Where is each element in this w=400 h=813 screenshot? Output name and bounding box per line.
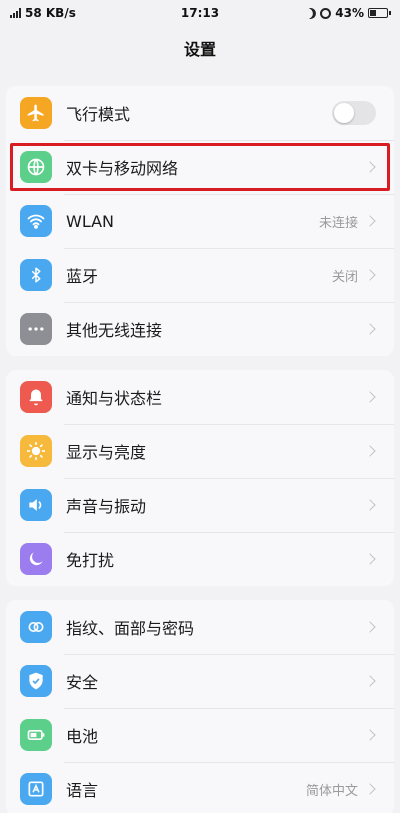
airplane-icon [20, 97, 52, 129]
toggle-knob [334, 103, 354, 123]
language-icon [20, 773, 52, 805]
chevron-right-icon [364, 499, 376, 511]
chevron-right-icon [364, 215, 376, 227]
page-title: 设置 [183, 40, 216, 59]
shield-icon [20, 665, 52, 697]
setting-value: 未连接 [318, 215, 358, 231]
settings-group-display-sound: 通知与状态栏 显示与亮度 声音与振动 免打扰 [6, 370, 394, 586]
setting-bluetooth[interactable]: 蓝牙 关闭 [6, 248, 394, 302]
fingerprint-face-icon [20, 611, 52, 643]
setting-security[interactable]: 安全 [6, 654, 394, 708]
setting-fingerprint-face-password[interactable]: 指纹、面部与密码 [6, 600, 394, 654]
setting-label: 声音与振动 [66, 497, 147, 516]
globe-icon [20, 151, 52, 183]
setting-dual-sim-mobile-network[interactable]: 双卡与移动网络 [6, 140, 394, 194]
chevron-right-icon [364, 729, 376, 741]
signal-icon [10, 8, 21, 18]
settings-group-connectivity: 飞行模式 双卡与移动网络 WLAN 未连接 蓝牙 关闭 其他无线连接 [6, 86, 394, 356]
speaker-icon [20, 489, 52, 521]
alarm-icon [320, 7, 332, 19]
chevron-right-icon [364, 323, 376, 335]
setting-value: 简体中文 [305, 783, 358, 799]
setting-label: 蓝牙 [66, 267, 99, 286]
more-icon [20, 313, 52, 345]
setting-language[interactable]: 语言 简体中文 [6, 762, 394, 813]
settings-group-security: 指纹、面部与密码 安全 电池 语言 简体中文 [6, 600, 394, 813]
setting-label: 其他无线连接 [66, 321, 163, 340]
setting-battery[interactable]: 电池 [6, 708, 394, 762]
setting-display-brightness[interactable]: 显示与亮度 [6, 424, 394, 478]
setting-label: 指纹、面部与密码 [66, 619, 195, 638]
setting-notifications-statusbar[interactable]: 通知与状态栏 [6, 370, 394, 424]
setting-label: 安全 [66, 673, 99, 692]
setting-label: 通知与状态栏 [66, 389, 163, 408]
status-time: 17:13 [180, 6, 220, 20]
setting-airplane-mode[interactable]: 飞行模式 [6, 86, 394, 140]
setting-label: 显示与亮度 [66, 443, 147, 462]
chevron-right-icon [364, 783, 376, 795]
chevron-right-icon [364, 391, 376, 403]
setting-label: 双卡与移动网络 [66, 159, 179, 178]
setting-sound-vibration[interactable]: 声音与振动 [6, 478, 394, 532]
setting-label: 免打扰 [66, 551, 115, 570]
chevron-right-icon [364, 675, 376, 687]
network-speed: 58 KB/s [25, 6, 76, 20]
setting-do-not-disturb[interactable]: 免打扰 [6, 532, 394, 586]
moon-icon [20, 543, 52, 575]
do-not-disturb-icon [304, 6, 318, 20]
setting-label: 飞行模式 [66, 105, 131, 124]
battery-status-icon [368, 8, 391, 18]
setting-value: 关闭 [331, 269, 358, 285]
setting-label: WLAN [66, 211, 115, 231]
wifi-icon [20, 205, 52, 237]
status-bar: 58 KB/s 17:13 43% [0, 0, 400, 26]
chevron-right-icon [364, 553, 376, 565]
bluetooth-icon [20, 259, 52, 291]
brightness-icon [20, 435, 52, 467]
setting-label: 语言 [66, 781, 99, 800]
chevron-right-icon [364, 445, 376, 457]
airplane-mode-toggle[interactable] [332, 101, 376, 125]
battery-icon [20, 719, 52, 751]
chevron-right-icon [364, 621, 376, 633]
battery-percent: 43% [335, 6, 364, 20]
notification-icon [20, 381, 52, 413]
setting-label: 电池 [66, 727, 99, 746]
page-header: 设置 [0, 26, 400, 70]
chevron-right-icon [364, 269, 376, 281]
setting-wlan[interactable]: WLAN 未连接 [6, 194, 394, 248]
chevron-right-icon [364, 161, 376, 173]
setting-other-wireless[interactable]: 其他无线连接 [6, 302, 394, 356]
